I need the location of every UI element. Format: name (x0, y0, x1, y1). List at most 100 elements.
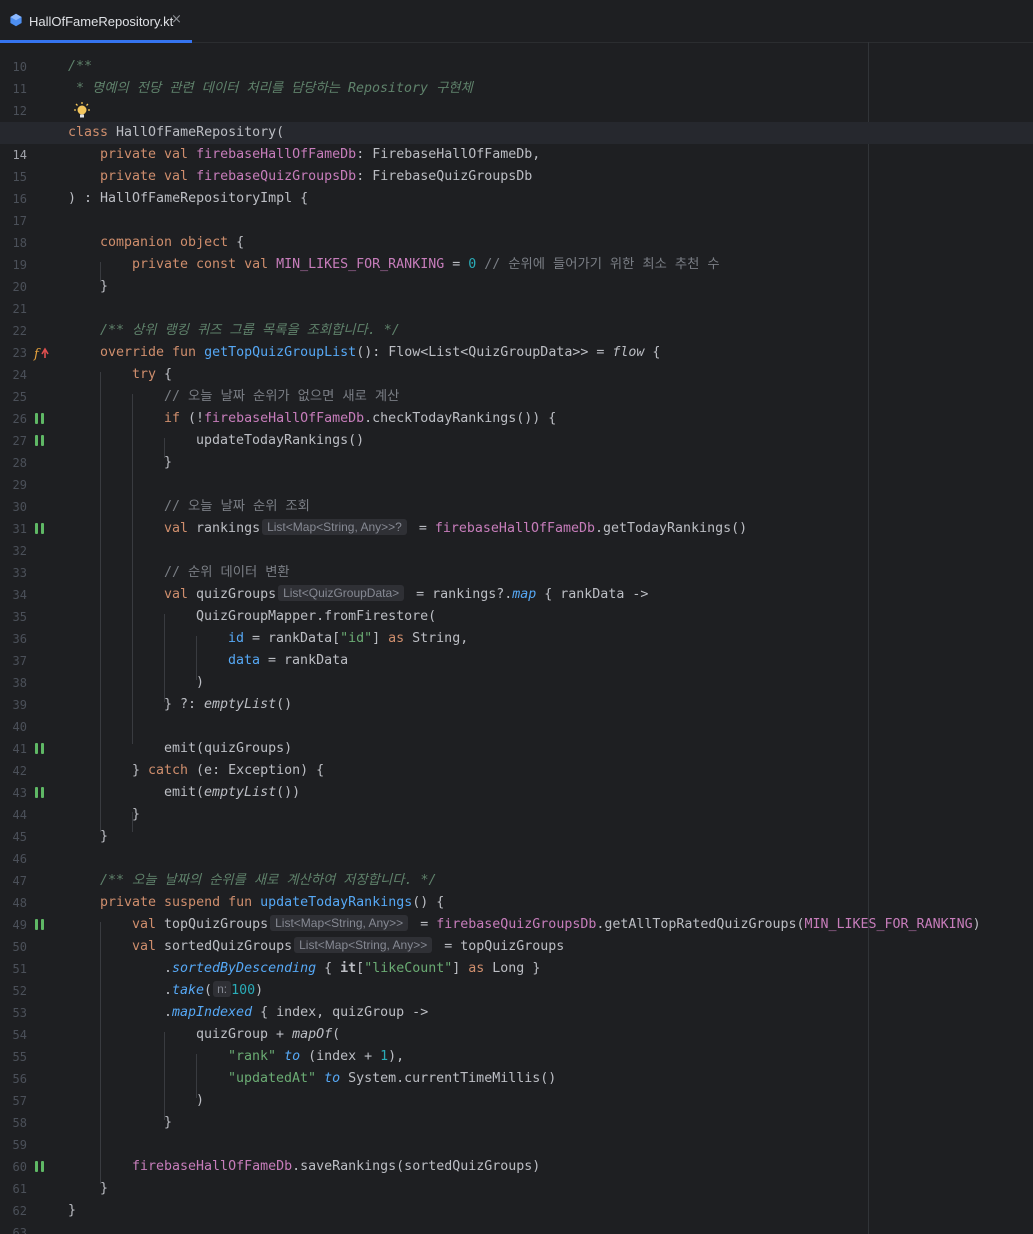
code-line[interactable]: 10 (0, 42, 1033, 74)
suspend-call-icon[interactable] (33, 919, 47, 931)
implements-marker-icon[interactable]: f (33, 345, 49, 361)
code-line[interactable]: 42 emit(quizGroups) (0, 738, 1033, 778)
code-line[interactable]: 31 // 오늘 날짜 순위 조회 (0, 496, 1033, 536)
code-line[interactable]: 61 firebaseHallOfFameDb.saveRankings(sor… (0, 1156, 1033, 1196)
code-line[interactable]: 35 val quizGroups List<QuizGroupData> = r… (0, 584, 1033, 624)
code-line[interactable]: 58 ) (0, 1090, 1033, 1130)
code-line[interactable]: 49 private suspend fun updateTodayRankin… (0, 892, 1033, 932)
code-line[interactable]: 11 /** (0, 56, 1033, 96)
code-line[interactable]: 46 } (0, 826, 1033, 866)
code-line[interactable]: 30 (0, 474, 1033, 514)
code-line[interactable]: 63 } (0, 1200, 1033, 1234)
property-name: firebaseHallOfFameDb (132, 1159, 293, 1174)
code-line[interactable]: 12 * 명예의 전당 관련 데이터 처리를 담당하는 Repository 구… (0, 78, 1033, 118)
code-line[interactable]: 14 class HallOfFameRepository( (0, 122, 1033, 162)
code-line[interactable]: 38 data = rankData (0, 650, 1033, 690)
keyword: val (132, 917, 157, 932)
code-text: Long } (484, 961, 541, 976)
code-line[interactable]: 17 ) : HallOfFameRepositoryImpl { (0, 188, 1033, 228)
suspend-call-icon[interactable] (33, 787, 47, 799)
suspend-call-icon[interactable] (33, 1161, 47, 1173)
code-line[interactable]: 44 emit(emptyList()) (0, 782, 1033, 822)
close-icon[interactable]: × (171, 12, 182, 27)
code-text: = (410, 521, 435, 536)
code-line[interactable]: 41 (0, 716, 1033, 756)
extension-call: map (512, 587, 537, 602)
constant-name: MIN_LIKES_FOR_RANKING (804, 917, 973, 932)
code-line[interactable]: 56 "rank" to (index + 1), (0, 1046, 1033, 1086)
suspend-call-icon[interactable] (33, 413, 47, 425)
variable-name: topQuizGroups (156, 917, 269, 932)
code-line[interactable]: 20 private const val MIN_LIKES_FOR_RANKI… (0, 254, 1033, 294)
code-text: = rankData (260, 653, 349, 668)
code-text: = topQuizGroups (436, 939, 565, 954)
line-comment: // 순위에 들어가기 위한 최소 추천 수 (476, 257, 720, 272)
keyword: private val (100, 169, 189, 184)
code-text: = rankings?. (408, 587, 513, 602)
code-line[interactable]: 25 try { (0, 364, 1033, 404)
code-line[interactable]: 33 (0, 540, 1033, 580)
tab-hall-of-fame-repository[interactable]: HallOfFameRepository.kt × (0, 0, 192, 43)
keyword: val (164, 521, 189, 536)
code-text: .getTodayRankings() (595, 521, 748, 536)
code-line[interactable]: 37 id = rankData["id"] as String, (0, 628, 1033, 668)
code-line[interactable]: 16 private val firebaseQuizGroupsDb: Fir… (0, 166, 1033, 206)
code-line[interactable]: 60 (0, 1134, 1033, 1174)
code-line[interactable]: 26 // 오늘 날짜 순위가 없으면 새로 계산 (0, 386, 1033, 426)
string-literal: "rank" (228, 1049, 277, 1064)
extension-call: mapIndexed (172, 1005, 253, 1020)
code-text: ()) (276, 785, 301, 800)
code-line[interactable]: 21 } (0, 276, 1033, 316)
code-text: .getAllTopRatedQuizGroups( (596, 917, 805, 932)
code-text: () { (412, 895, 445, 910)
code-line[interactable]: 22 (0, 298, 1033, 338)
code-line[interactable]: 39 ) (0, 672, 1033, 712)
code-line[interactable]: 34 // 순위 데이터 변환 (0, 562, 1033, 602)
line-number: 63 (12, 1226, 27, 1234)
code-line[interactable]: 50 val topQuizGroups List<Map<String, Any… (0, 914, 1033, 954)
suspend-call-icon[interactable] (33, 523, 47, 535)
kotlin-file-icon (10, 13, 22, 27)
code-line[interactable]: 43 } catch (e: Exception) { (0, 760, 1033, 800)
code-line[interactable]: 57 "updatedAt" to System.currentTimeMill… (0, 1068, 1033, 1108)
code-line[interactable]: 47 (0, 848, 1033, 888)
code-editor[interactable]: 10 11 /** 12 * 명예의 전당 관련 데이터 처리를 담당하는 Re… (0, 42, 1033, 1234)
line-comment: // 오늘 날짜 순위가 없으면 새로 계산 (164, 389, 400, 404)
suspend-call-icon[interactable] (33, 743, 47, 755)
code-line[interactable]: 55 quizGroup + mapOf( (0, 1024, 1033, 1064)
string-literal: "likeCount" (364, 961, 453, 976)
code-line[interactable]: 15 private val firebaseHallOfFameDb: Fir… (0, 144, 1033, 184)
keyword: private suspend fun (100, 895, 253, 910)
code-text: ) (972, 917, 981, 932)
keyword: as (388, 631, 405, 646)
code-text: (e: Exception) { (188, 763, 325, 778)
code-line[interactable]: 52 .sortedByDescending { it["likeCount"]… (0, 958, 1033, 998)
code-line[interactable]: 32 val rankings List<Map<String, Any>>? =… (0, 518, 1033, 558)
code-line[interactable]: 18 (0, 210, 1033, 250)
code-line[interactable]: 36 QuizGroupMapper.fromFirestore( (0, 606, 1033, 646)
code-line[interactable]: 59 } (0, 1112, 1033, 1152)
code-line[interactable]: 45 } (0, 804, 1033, 844)
code-line[interactable]: 54 .mapIndexed { index, quizGroup -> (0, 1002, 1033, 1042)
suspend-call-icon[interactable] (33, 435, 47, 447)
code-line[interactable]: 28 updateTodayRankings() (0, 430, 1033, 470)
code-line[interactable]: 40 } ?: emptyList() (0, 694, 1033, 734)
string-literal: "updatedAt" (228, 1071, 317, 1086)
code-line[interactable]: 13 (0, 100, 1033, 140)
code-line[interactable]: 48 /** 오늘 날짜의 순위를 새로 계산하여 저장합니다. */ (0, 870, 1033, 910)
lightbulb-icon[interactable] (72, 102, 92, 120)
code-text: emit(quizGroups) (164, 741, 293, 756)
code-line[interactable]: 24 f override fun getTopQuizGroupList():… (0, 342, 1033, 382)
infix-call: to (324, 1071, 341, 1086)
code-line[interactable]: 29 } (0, 452, 1033, 492)
code-line[interactable]: 23 /** 상위 랭킹 퀴즈 그룹 목록을 조회합니다. */ (0, 320, 1033, 360)
code-line[interactable]: 62 } (0, 1178, 1033, 1218)
code-line[interactable]: 27 if (!firebaseHallOfFameDb.checkTodayR… (0, 408, 1033, 448)
type-text: : FirebaseHallOfFameDb, (356, 147, 541, 162)
type-hint: List<QuizGroupData> (278, 585, 405, 601)
named-argument: data (228, 653, 261, 668)
code-line[interactable]: 51 val sortedQuizGroups List<Map<String, … (0, 936, 1033, 976)
code-line[interactable]: 53 .take(n: 100) (0, 980, 1033, 1020)
code-line[interactable]: 19 companion object { (0, 232, 1033, 272)
extension-call: sortedByDescending (172, 961, 317, 976)
